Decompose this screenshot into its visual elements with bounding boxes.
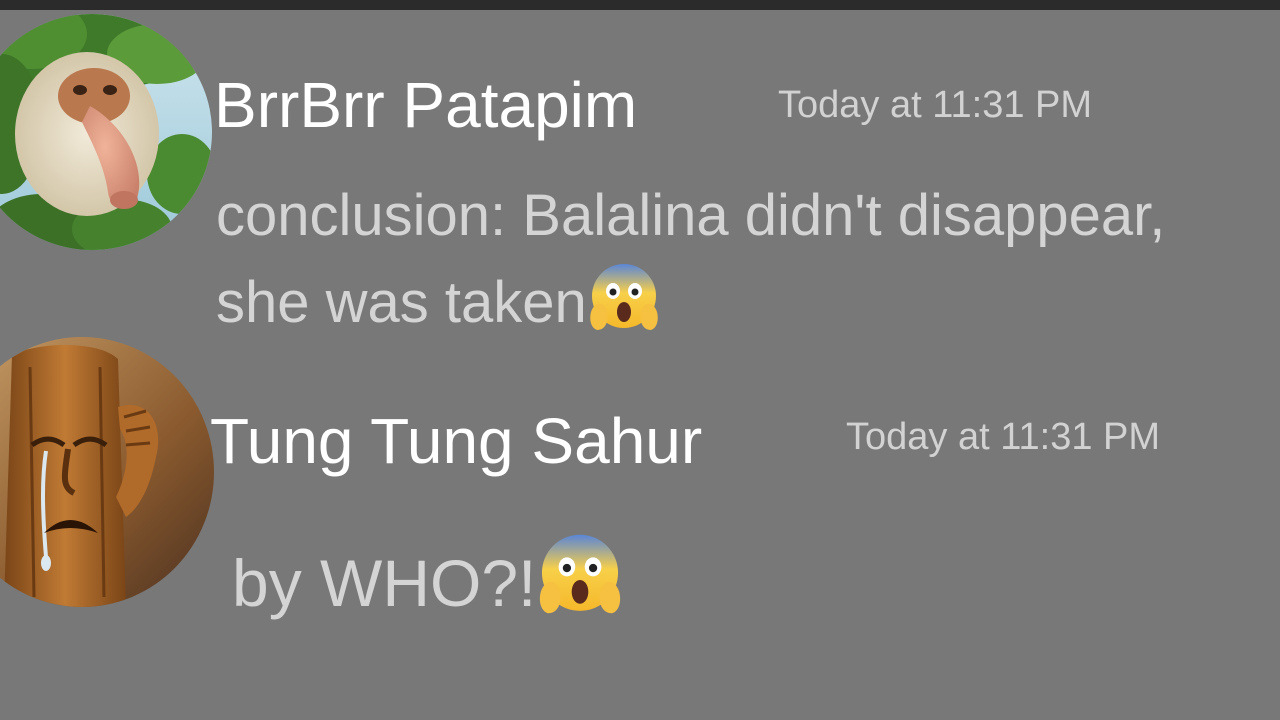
- timestamp: Today at 11:31 PM: [778, 84, 1093, 126]
- crying-wooden-log-avatar-icon: [0, 337, 214, 607]
- chat-message: BrrBrr Patapim Today at 11:31 PM conclus…: [0, 10, 1280, 335]
- message-text: by WHO?!: [232, 546, 537, 620]
- message-text-line: by WHO?!: [232, 530, 624, 633]
- top-bar: [0, 0, 1280, 10]
- chat-message: Tung Tung Sahur Today at 11:31 PM by WHO…: [0, 332, 1280, 632]
- avatar[interactable]: [0, 14, 212, 250]
- proboscis-monkey-tree-avatar-icon: [0, 14, 212, 250]
- chat-message-list: BrrBrr Patapim Today at 11:31 PM conclus…: [0, 10, 1280, 720]
- face-screaming-in-fear-icon: [536, 530, 624, 633]
- timestamp: Today at 11:31 PM: [846, 416, 1161, 458]
- message-text: conclusion: Balalina didn't disappear,: [216, 183, 1166, 248]
- avatar[interactable]: [0, 337, 214, 607]
- username[interactable]: BrrBrr Patapim: [214, 68, 637, 142]
- message-text: she was taken: [216, 270, 587, 335]
- username[interactable]: Tung Tung Sahur: [210, 404, 702, 478]
